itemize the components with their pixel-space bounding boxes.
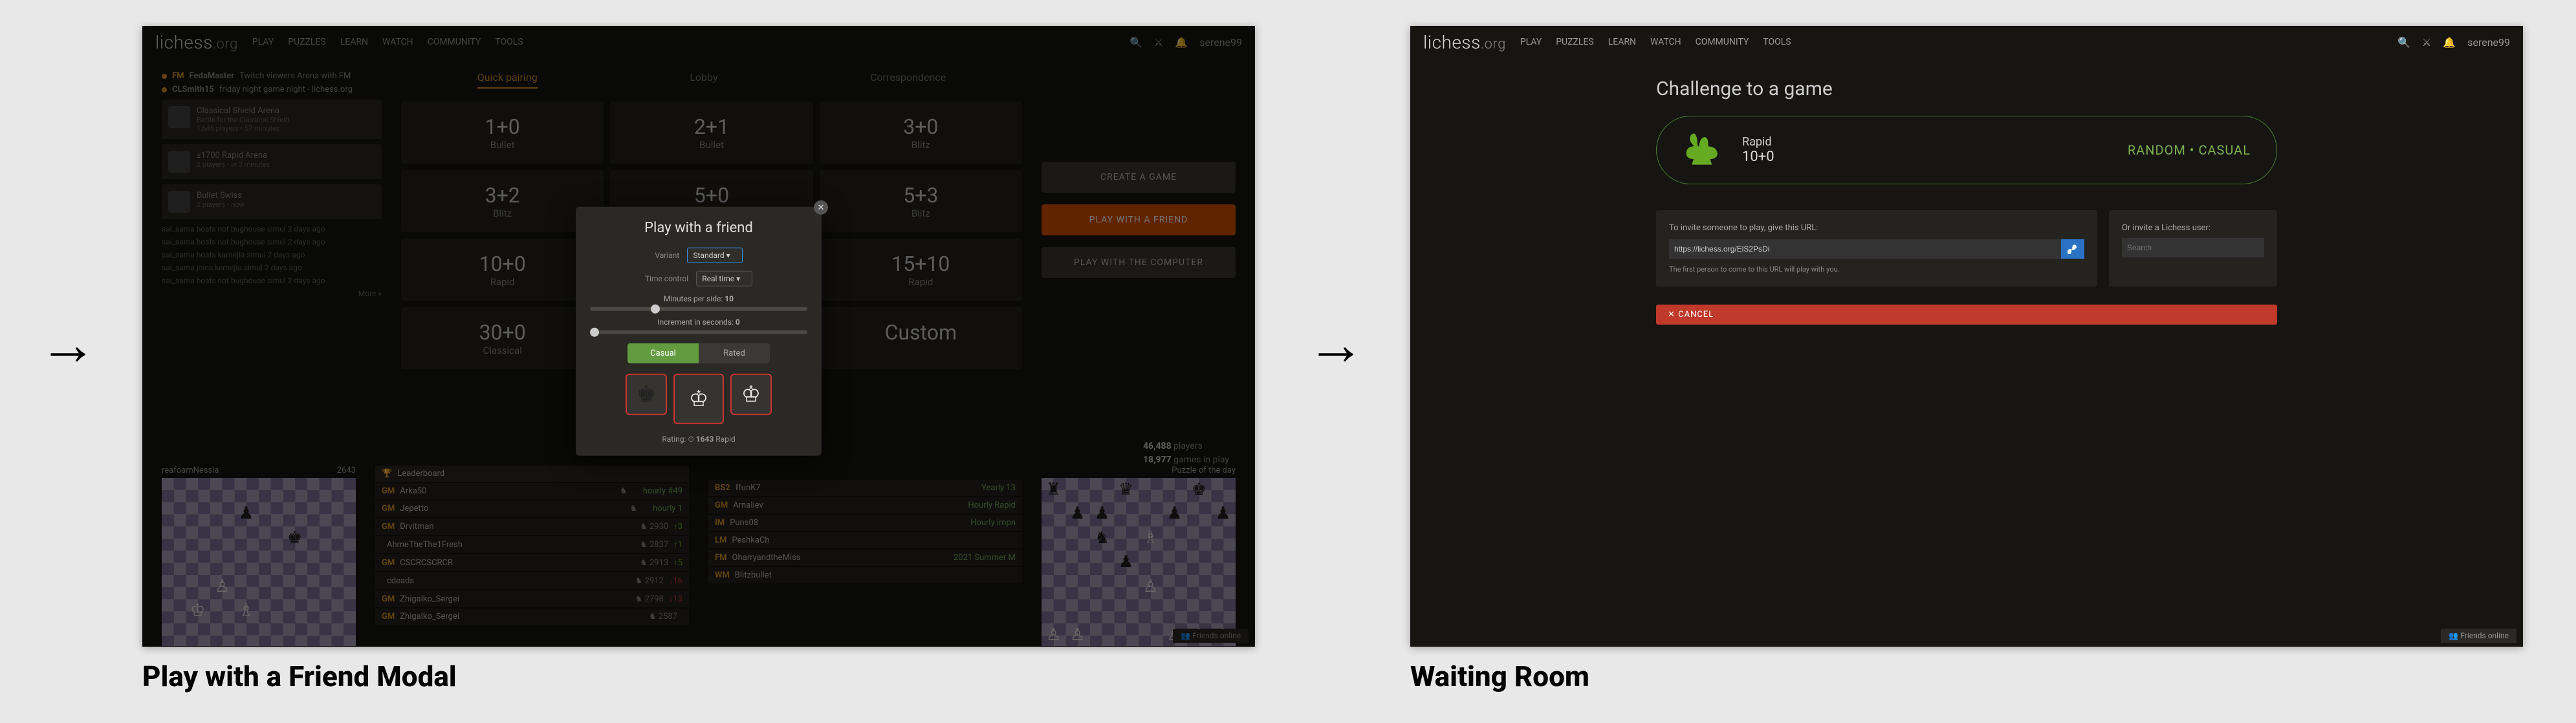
invite-label: To invite someone to play, give this URL… (1669, 223, 2084, 233)
nav-tools[interactable]: TOOLS (1763, 37, 1791, 47)
challenge-tags: RANDOM • CASUAL (2128, 142, 2251, 158)
challenge-page: Challenge to a game Rapid 10+0 RANDOM • … (1656, 78, 2277, 325)
flow-arrow-2: → (1307, 310, 1365, 378)
modal-title: Play with a friend (590, 220, 807, 236)
time-control: 10+0 (1742, 149, 1774, 165)
time-control-select[interactable]: Real time ▾ (696, 271, 752, 286)
invite-hint: The first person to come to this URL wil… (1669, 265, 2084, 274)
challenge-icon[interactable]: ⚔ (2422, 36, 2431, 49)
minutes-value: 10 (725, 294, 734, 303)
invite-panels: To invite someone to play, give this URL… (1656, 210, 2277, 286)
user-search-input[interactable] (2122, 238, 2264, 257)
caption-waiting: Waiting Room (1410, 660, 1589, 693)
challenge-summary-card: Rapid 10+0 RANDOM • CASUAL (1656, 116, 2277, 184)
link-icon (2068, 244, 2078, 254)
page-title: Challenge to a game (1656, 78, 2277, 100)
site-logo[interactable]: lichess.org (1423, 32, 1506, 53)
modal-rating: Rating: ⏱ 1643 Rapid (590, 435, 807, 444)
rated-toggle[interactable]: Rated (699, 343, 770, 363)
nav-watch[interactable]: WATCH (1650, 37, 1681, 47)
mode-toggle: Casual Rated (628, 343, 770, 363)
variant-label: Variant (655, 251, 679, 260)
rapid-icon: ⏱ (688, 435, 693, 444)
close-icon[interactable]: ✕ (814, 200, 828, 215)
invite-user-panel: Or invite a Lichess user: (2109, 210, 2277, 286)
screenshot-waiting-room: lichess.org PLAY PUZZLES LEARN WATCH COM… (1410, 26, 2523, 647)
challenge-url-input[interactable] (1669, 239, 2061, 259)
nav-learn[interactable]: LEARN (1608, 37, 1636, 47)
caption-modal: Play with a Friend Modal (142, 660, 457, 693)
time-control-label: Time control (645, 274, 688, 283)
copy-link-button[interactable] (2061, 239, 2084, 259)
screenshot-play-modal: lichess.org PLAY PUZZLES LEARN WATCH COM… (142, 26, 1255, 647)
username[interactable]: serene99 (2467, 36, 2510, 49)
variant-select[interactable]: Standard ▾ (687, 248, 742, 263)
nav-links: PLAY PUZZLES LEARN WATCH COMMUNITY TOOLS (1520, 37, 1791, 47)
play-friend-modal: ✕ Play with a friend Variant Standard ▾ … (576, 207, 822, 456)
minutes-label: Minutes per side: (664, 294, 723, 303)
color-white-button[interactable]: ♔ (730, 374, 772, 415)
color-picker: ♚ ♔ ♔ (590, 374, 807, 424)
invite-url-panel: To invite someone to play, give this URL… (1656, 210, 2097, 286)
search-icon[interactable]: 🔍 (2397, 36, 2410, 49)
rapid-icon (1683, 128, 1727, 172)
bell-icon[interactable]: 🔔 (2443, 36, 2456, 49)
increment-value: 0 (736, 318, 740, 327)
increment-slider[interactable] (590, 330, 807, 334)
friends-online[interactable]: 👥 Friends online (2441, 629, 2516, 643)
or-invite-label: Or invite a Lichess user: (2122, 223, 2264, 233)
top-nav: lichess.org PLAY PUZZLES LEARN WATCH COM… (1410, 26, 2523, 58)
nav-community[interactable]: COMMUNITY (1696, 37, 1749, 47)
nav-puzzles[interactable]: PUZZLES (1556, 37, 1594, 47)
increment-label: Increment in seconds: (657, 318, 734, 327)
color-random-button[interactable]: ♔ (673, 374, 724, 424)
flow-arrow-1: → (39, 310, 97, 378)
perf-label: Rapid (1742, 135, 1774, 149)
nav-play[interactable]: PLAY (1520, 37, 1542, 47)
color-black-button[interactable]: ♚ (626, 374, 667, 415)
casual-toggle[interactable]: Casual (628, 343, 699, 363)
cancel-button[interactable]: CANCEL (1656, 305, 2277, 325)
minutes-slider[interactable] (590, 307, 807, 311)
